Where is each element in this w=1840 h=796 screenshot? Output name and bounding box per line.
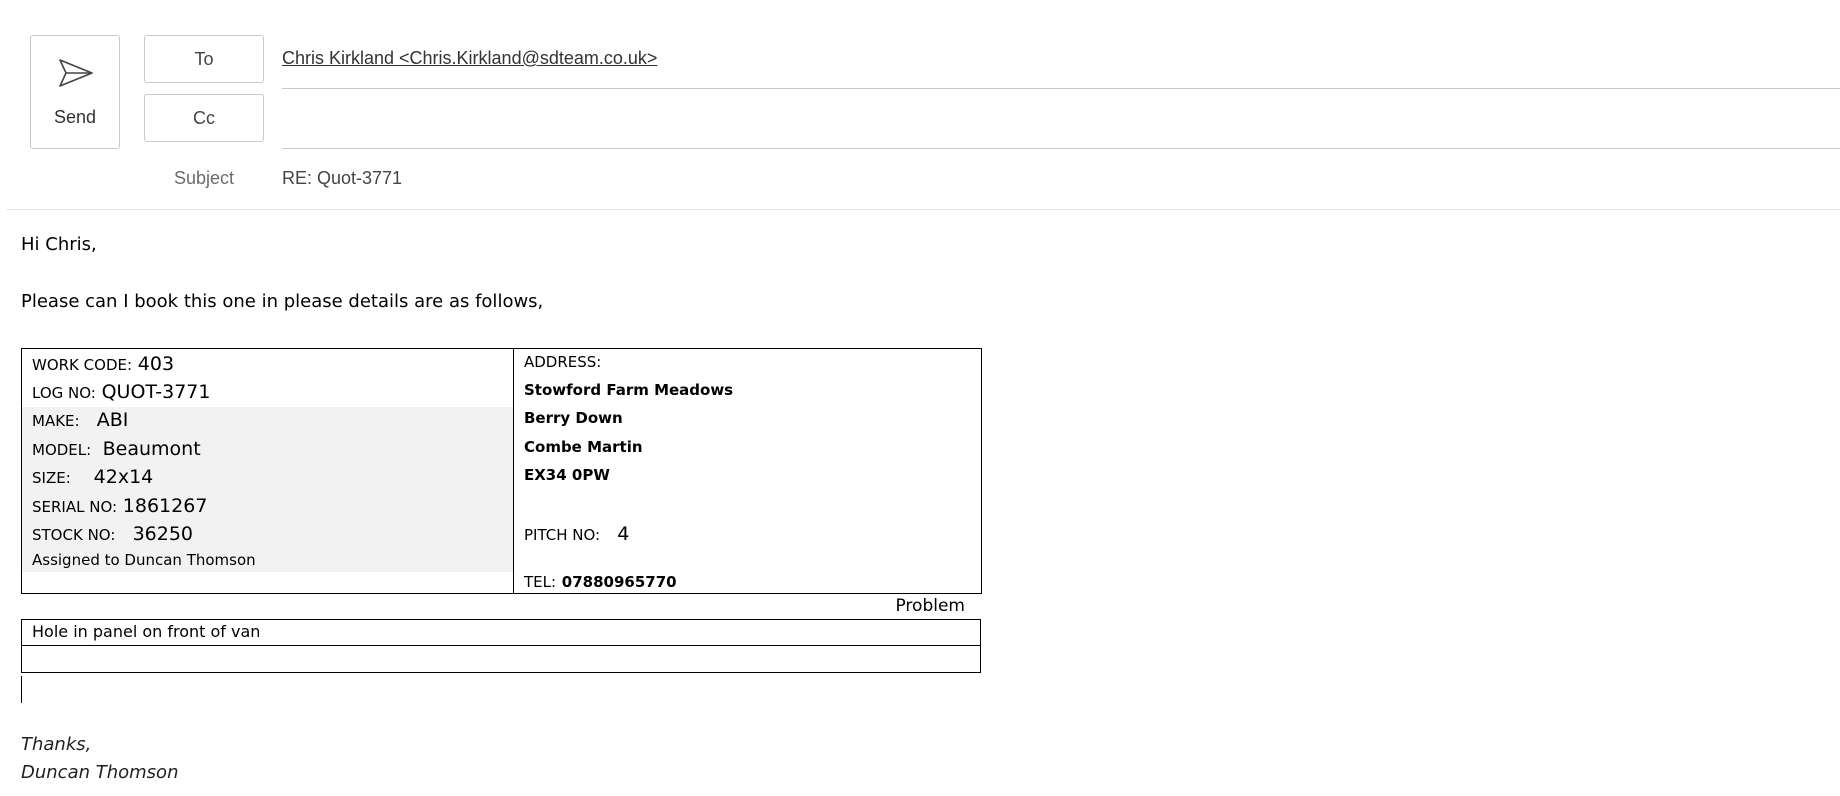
cc-field[interactable]	[282, 104, 1840, 149]
make-value: ABI	[96, 409, 129, 431]
address-column: ADDRESS: Stowford Farm Meadows Berry Dow…	[514, 349, 981, 593]
assigned-text: Assigned to Duncan Thomson	[32, 551, 256, 569]
vehicle-details-column: WORK CODE: 403 LOG NO: QUOT-3771 MAKE: A…	[22, 349, 514, 593]
serial-value: 1861267	[122, 495, 208, 517]
problem-table: Hole in panel on front of van	[21, 619, 981, 673]
address-line-3: Combe Martin	[524, 438, 643, 456]
send-icon	[59, 59, 93, 87]
work-code-row: WORK CODE: 403	[32, 353, 174, 376]
address-label: ADDRESS:	[524, 353, 602, 371]
signoff-text: Thanks,	[21, 734, 92, 755]
cc-button[interactable]: Cc	[144, 94, 264, 142]
model-label: MODEL:	[32, 441, 92, 459]
signature-name: Duncan Thomson	[21, 762, 179, 783]
model-value: Beaumont	[102, 438, 201, 460]
size-label: SIZE:	[32, 469, 71, 487]
work-code-label: WORK CODE:	[32, 356, 133, 374]
address-line-4: EX34 0PW	[524, 466, 610, 484]
model-row: MODEL: Beaumont	[32, 438, 201, 461]
size-row: SIZE: 42x14	[32, 466, 153, 489]
problem-row: Hole in panel on front of van	[22, 620, 980, 646]
text-caret	[21, 676, 22, 703]
stock-label: STOCK NO:	[32, 526, 116, 544]
log-no-value: QUOT-3771	[101, 381, 211, 403]
to-button[interactable]: To	[144, 35, 264, 83]
address-line-2: Berry Down	[524, 409, 623, 427]
greeting-text: Hi Chris,	[21, 234, 97, 255]
tel-row: TEL: 07880965770	[524, 571, 677, 593]
log-no-label: LOG NO:	[32, 384, 96, 402]
to-field[interactable]: Chris Kirkland <Chris.Kirkland@sdteam.co…	[282, 44, 1840, 89]
intro-text: Please can I book this one in please det…	[21, 291, 544, 312]
subject-field[interactable]: RE: Quot-3771	[282, 168, 402, 189]
send-label: Send	[53, 107, 97, 127]
serial-label: SERIAL NO:	[32, 498, 118, 516]
recipient-chip[interactable]: Chris Kirkland <Chris.Kirkland@sdteam.co…	[282, 44, 657, 72]
send-button[interactable]: Send	[30, 35, 120, 149]
subject-label: Subject	[173, 168, 235, 188]
header-divider	[6, 209, 1840, 210]
serial-row: SERIAL NO: 1861267	[32, 495, 207, 518]
pitch-label: PITCH NO:	[524, 526, 601, 544]
work-code-value: 403	[137, 353, 175, 375]
stock-value: 36250	[132, 523, 194, 545]
problem-description: Hole in panel on front of van	[32, 622, 261, 641]
stock-row: STOCK NO: 36250	[32, 523, 193, 546]
size-value: 42x14	[93, 466, 154, 488]
address-line-1: Stowford Farm Meadows	[524, 381, 734, 399]
tel-label: TEL:	[524, 573, 557, 591]
tel-value: 07880965770	[561, 573, 677, 591]
make-label: MAKE:	[32, 412, 80, 430]
pitch-value: 4	[617, 523, 630, 545]
problem-heading: Problem	[895, 596, 965, 616]
make-row: MAKE: ABI	[32, 409, 128, 432]
log-no-row: LOG NO: QUOT-3771	[32, 381, 210, 404]
job-details-table: WORK CODE: 403 LOG NO: QUOT-3771 MAKE: A…	[21, 348, 982, 594]
pitch-row: PITCH NO: 4	[524, 523, 629, 546]
